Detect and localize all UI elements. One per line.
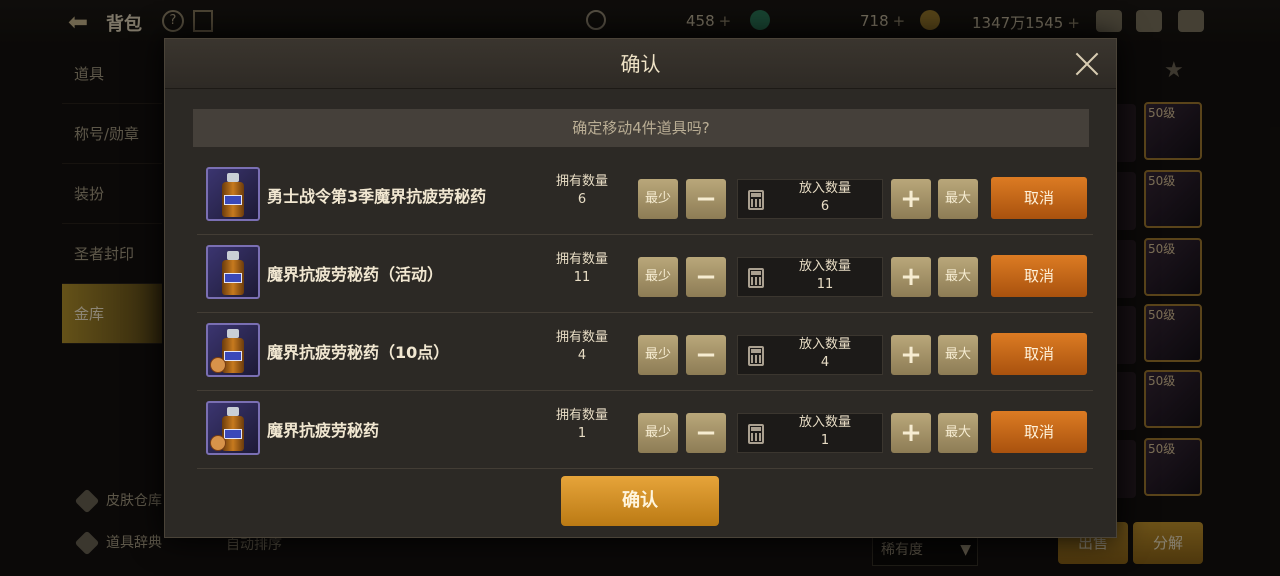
- confirm-dialog: 确认 确定移动4件道具吗? 勇士战令第3季魔界抗疲劳秘药 拥有数量 6 最少 − …: [164, 38, 1117, 538]
- calculator-icon[interactable]: [748, 190, 764, 210]
- cancel-button[interactable]: 取消: [991, 255, 1087, 297]
- calculator-icon[interactable]: [748, 268, 764, 288]
- confirm-prompt: 确定移动4件道具吗?: [193, 109, 1089, 147]
- item-name: 魔界抗疲劳秘药（10点）: [267, 343, 450, 362]
- potion-bottle-icon: [222, 251, 244, 295]
- owned-quantity: 拥有数量 4: [555, 330, 608, 363]
- plus-button[interactable]: +: [891, 335, 931, 375]
- bonus-badge-icon: [210, 435, 226, 451]
- calculator-icon[interactable]: [748, 346, 764, 366]
- put-quantity-value: 11: [816, 277, 834, 292]
- dialog-title: 确认: [620, 52, 661, 76]
- put-quantity-field[interactable]: 放入数量 11: [737, 257, 883, 297]
- plus-button[interactable]: +: [891, 179, 931, 219]
- confirm-button[interactable]: 确认: [561, 476, 719, 526]
- max-button[interactable]: 最大: [938, 257, 978, 297]
- put-quantity-field[interactable]: 放入数量 1: [737, 413, 883, 453]
- cancel-button[interactable]: 取消: [991, 411, 1087, 453]
- plus-button[interactable]: +: [891, 413, 931, 453]
- max-button[interactable]: 最大: [938, 413, 978, 453]
- put-quantity-field[interactable]: 放入数量 6: [737, 179, 883, 219]
- bonus-badge-icon: [210, 357, 226, 373]
- minus-button[interactable]: −: [686, 335, 726, 375]
- min-button[interactable]: 最少: [638, 179, 678, 219]
- item-thumbnail[interactable]: [206, 401, 260, 455]
- item-name: 魔界抗疲劳秘药: [267, 421, 380, 440]
- minus-button[interactable]: −: [686, 257, 726, 297]
- potion-bottle-icon: [222, 173, 244, 217]
- min-button[interactable]: 最少: [638, 335, 678, 375]
- owned-quantity: 拥有数量 11: [555, 252, 608, 285]
- plus-button[interactable]: +: [891, 257, 931, 297]
- minus-button[interactable]: −: [686, 179, 726, 219]
- item-row: 勇士战令第3季魔界抗疲劳秘药 拥有数量 6 最少 − 放入数量 6 + 最大 取消: [197, 157, 1093, 235]
- put-quantity-value: 1: [820, 433, 830, 448]
- dialog-header: 确认: [165, 39, 1116, 89]
- item-thumbnail[interactable]: [206, 245, 260, 299]
- min-button[interactable]: 最少: [638, 257, 678, 297]
- item-thumbnail[interactable]: [206, 323, 260, 377]
- close-icon[interactable]: [1074, 51, 1100, 77]
- owned-quantity: 拥有数量 6: [555, 174, 608, 207]
- max-button[interactable]: 最大: [938, 179, 978, 219]
- item-name: 勇士战令第3季魔界抗疲劳秘药: [267, 187, 487, 206]
- item-name: 魔界抗疲劳秘药（活动）: [267, 265, 444, 284]
- cancel-button[interactable]: 取消: [991, 333, 1087, 375]
- max-button[interactable]: 最大: [938, 335, 978, 375]
- put-quantity-value: 6: [820, 199, 830, 214]
- item-row: 魔界抗疲劳秘药 拥有数量 1 最少 − 放入数量 1 + 最大 取消: [197, 391, 1093, 469]
- item-thumbnail[interactable]: [206, 167, 260, 221]
- cancel-button[interactable]: 取消: [991, 177, 1087, 219]
- put-quantity-field[interactable]: 放入数量 4: [737, 335, 883, 375]
- minus-button[interactable]: −: [686, 413, 726, 453]
- min-button[interactable]: 最少: [638, 413, 678, 453]
- put-quantity-value: 4: [820, 355, 830, 370]
- item-row: 魔界抗疲劳秘药（10点） 拥有数量 4 最少 − 放入数量 4 + 最大 取消: [197, 313, 1093, 391]
- owned-quantity: 拥有数量 1: [555, 408, 608, 441]
- calculator-icon[interactable]: [748, 424, 764, 444]
- item-row: 魔界抗疲劳秘药（活动） 拥有数量 11 最少 − 放入数量 11 + 最大 取消: [197, 235, 1093, 313]
